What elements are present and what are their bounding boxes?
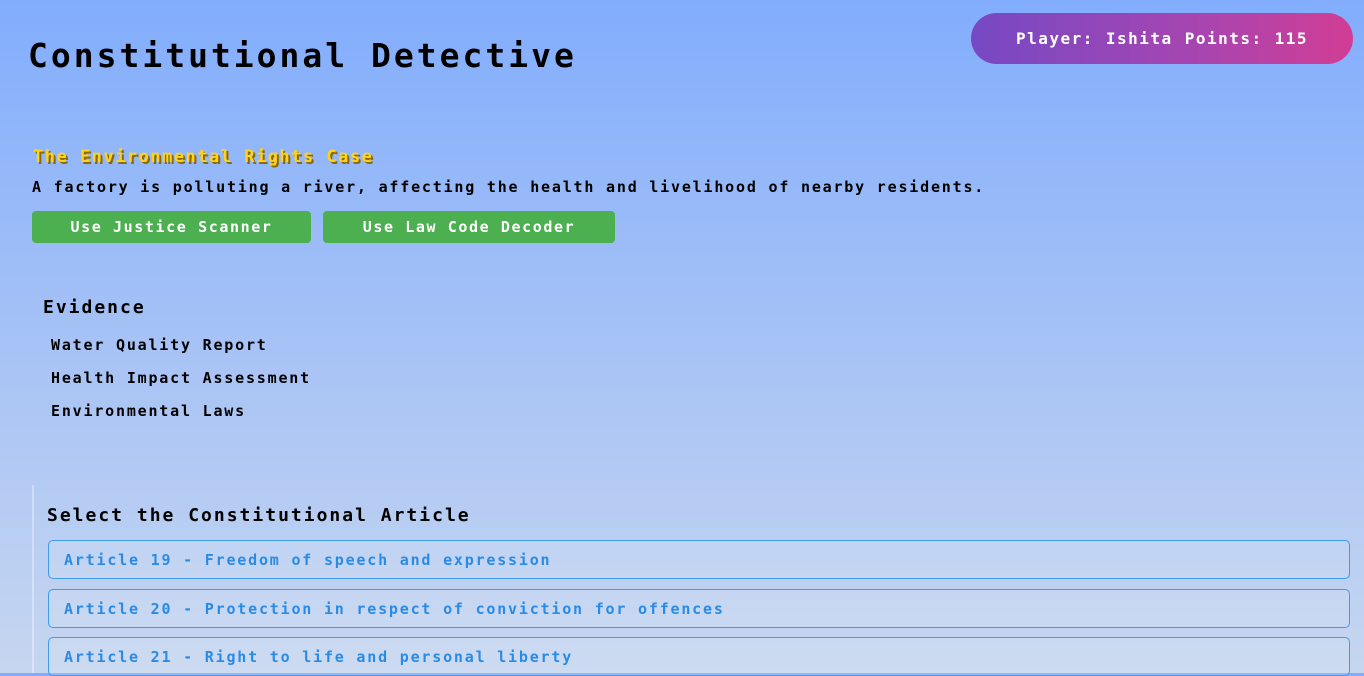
evidence-heading: Evidence	[43, 297, 146, 318]
article-option-20[interactable]: Article 20 - Protection in respect of co…	[48, 589, 1350, 628]
justice-scanner-button[interactable]: Use Justice Scanner	[32, 211, 311, 243]
evidence-item-health-impact-assessment[interactable]: Health Impact Assessment	[51, 368, 311, 401]
article-option-19[interactable]: Article 19 - Freedom of speech and expre…	[48, 540, 1350, 579]
case-title: The Environmental Rights Case	[33, 147, 374, 167]
case-description: A factory is polluting a river, affectin…	[32, 178, 986, 196]
player-name: Ishita	[1105, 29, 1173, 48]
evidence-item-water-quality-report[interactable]: Water Quality Report	[51, 335, 311, 368]
page-title: Constitutional Detective	[28, 36, 577, 75]
points-label: Points:	[1184, 29, 1263, 48]
evidence-item-environmental-laws[interactable]: Environmental Laws	[51, 401, 311, 434]
article-option-21[interactable]: Article 21 - Right to life and personal …	[48, 637, 1350, 676]
player-status-badge: Player: Ishita Points: 115	[971, 13, 1353, 64]
article-selection-heading: Select the Constitutional Article	[47, 505, 471, 526]
law-code-decoder-button[interactable]: Use Law Code Decoder	[323, 211, 615, 243]
evidence-list: Water Quality Report Health Impact Asses…	[51, 335, 311, 434]
points-value: 115	[1274, 29, 1309, 48]
player-label: Player:	[1015, 29, 1094, 48]
